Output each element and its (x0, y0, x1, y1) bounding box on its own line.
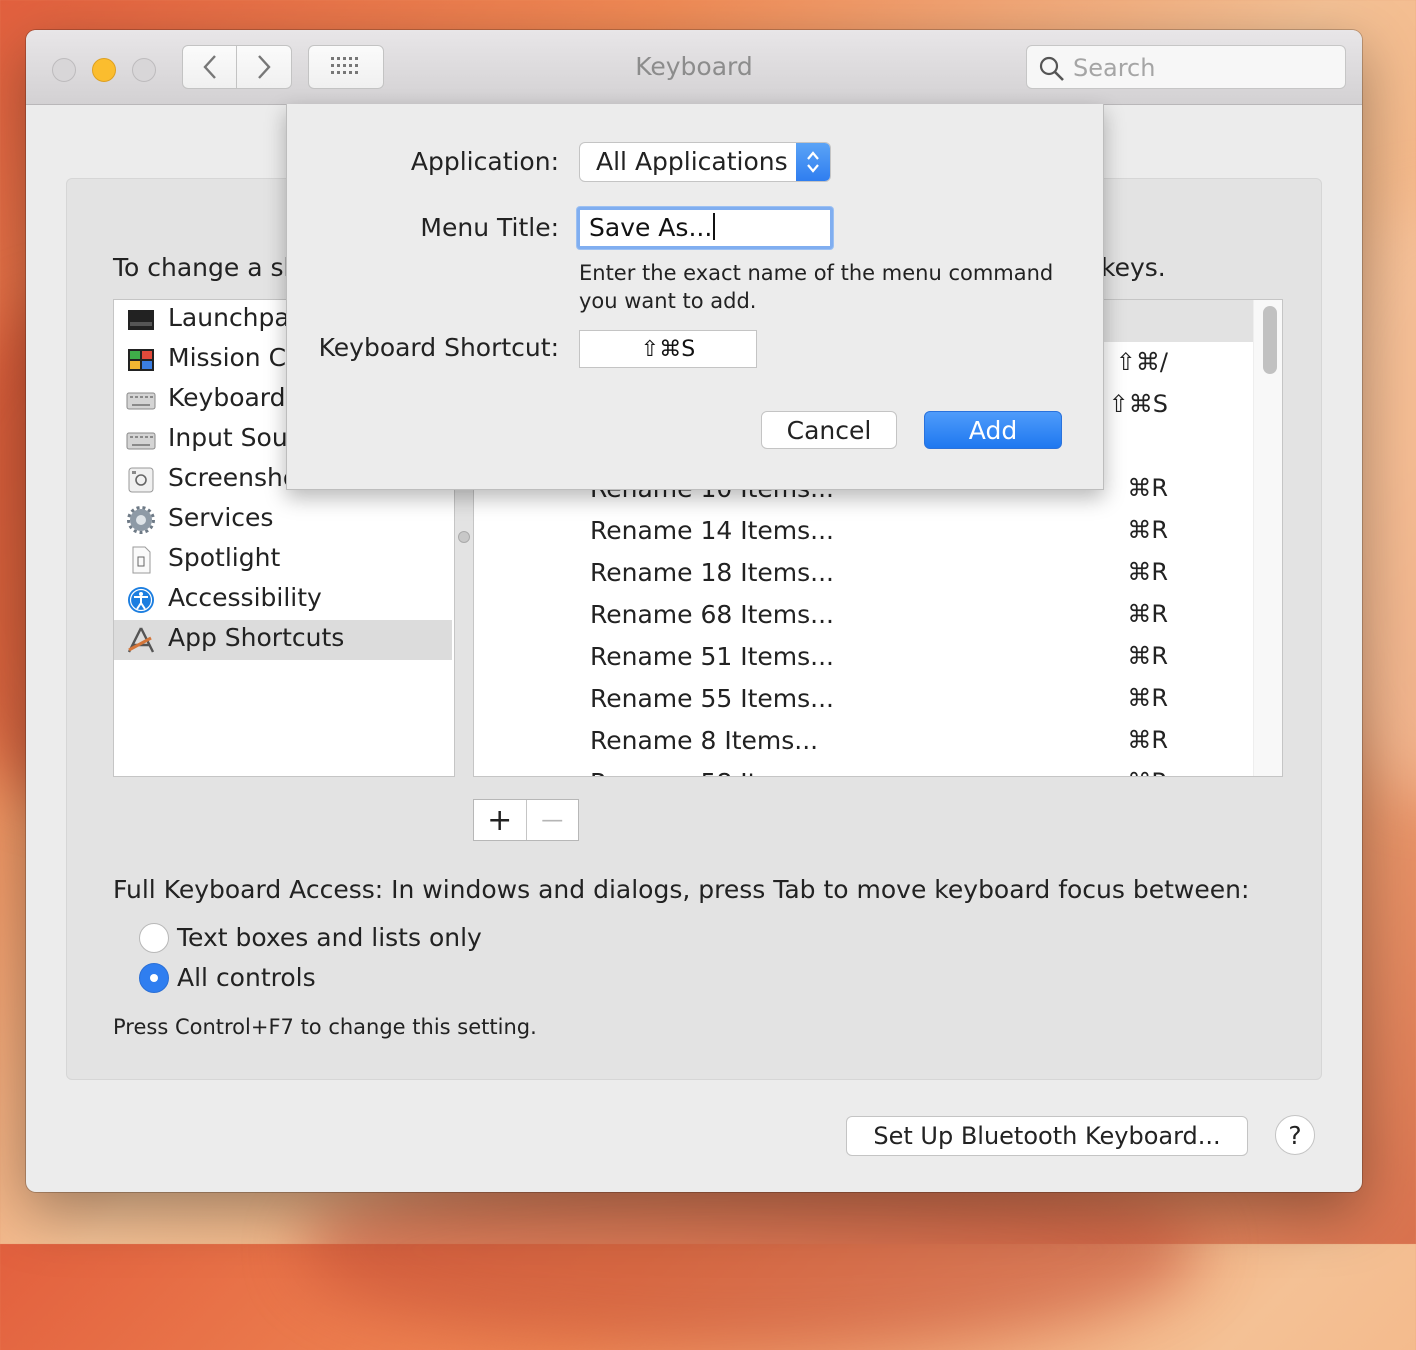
popup-stepper (796, 143, 830, 181)
shortcut-key: ⌘R (1127, 684, 1168, 712)
shortcut-key: ⌘R (1127, 726, 1168, 754)
table-row[interactable]: Rename 14 Items... ⌘R (474, 510, 1254, 552)
application-popup[interactable]: All Applications (579, 142, 831, 182)
radio-checked[interactable] (139, 963, 169, 993)
add-shortcut-sheet: Application: All Applications Menu Title… (286, 104, 1104, 490)
menu-title-field[interactable]: Save As... (577, 207, 833, 249)
mission-control-icon (128, 349, 154, 371)
text-caret (713, 213, 716, 240)
split-handle[interactable] (458, 531, 470, 543)
category-label: Accessibility (168, 583, 322, 612)
full-keyboard-access-label: Full Keyboard Access: In windows and dia… (113, 875, 1250, 904)
spotlight-icon (132, 546, 151, 574)
shortcut-key: ⇧⌘/ (1115, 348, 1168, 376)
set-up-bluetooth-keyboard-button[interactable]: Set Up Bluetooth Keyboard... (846, 1116, 1248, 1156)
shortcut-name: Rename 14 Items... (590, 516, 835, 545)
keyboard-preferences-window: Keyboard Search To change a sh keys. Lau… (26, 30, 1362, 1192)
table-row[interactable]: Rename 18 Items... ⌘R (474, 552, 1254, 594)
category-label: Keyboard (168, 383, 286, 412)
shortcut-name: Rename 68 Items... (590, 600, 835, 629)
category-label: Input Sou (168, 423, 288, 452)
list-scrollbar[interactable] (1253, 300, 1282, 776)
application-value: All Applications (596, 147, 788, 176)
screenshot-icon (128, 467, 154, 493)
menu-title-value: Save As... (589, 213, 713, 242)
category-label: Mission C (168, 343, 287, 372)
category-accessibility[interactable]: Accessibility (114, 580, 452, 620)
category-spotlight[interactable]: Spotlight (114, 540, 452, 580)
category-label: Services (168, 503, 274, 532)
launchpad-icon (128, 310, 154, 330)
menu-title-hint: Enter the exact name of the menu command… (579, 261, 1054, 313)
hint-text: Press Control+F7 to change this setting. (113, 1015, 537, 1039)
shortcut-key: ⌘R (1127, 558, 1168, 586)
cancel-button[interactable]: Cancel (761, 411, 897, 449)
table-row[interactable]: Rename 68 Items... ⌘R (474, 594, 1254, 636)
up-down-chevron-icon (807, 151, 819, 173)
menu-title-label: Menu Title: (420, 213, 559, 242)
keyboard-icon (126, 392, 156, 410)
intro-text-end: keys. (1101, 253, 1166, 282)
shortcut-key: ⇧⌘S (1108, 390, 1168, 418)
keyboard-shortcut-field[interactable]: ⇧⌘S (579, 330, 757, 368)
add-shortcut-button[interactable]: + (474, 800, 527, 840)
table-row[interactable]: Rename 58 Items... ⌘R (474, 762, 1254, 776)
help-button[interactable]: ? (1275, 1115, 1315, 1155)
application-label: Application: (410, 147, 559, 176)
add-remove-control: + — (473, 799, 579, 841)
category-services[interactable]: Services (114, 500, 452, 540)
radio-label: All controls (177, 963, 316, 992)
table-row[interactable]: Rename 55 Items... ⌘R (474, 678, 1254, 720)
accessibility-icon (128, 587, 154, 613)
search-field[interactable]: Search (1026, 45, 1346, 89)
shortcut-name: Rename 18 Items... (590, 558, 835, 587)
shortcut-name: Rename 55 Items... (590, 684, 835, 713)
shortcut-key: ⌘R (1127, 600, 1168, 628)
radio-unchecked[interactable] (139, 923, 169, 953)
input-sources-icon (126, 432, 156, 450)
table-row[interactable]: Rename 51 Items... ⌘R (474, 636, 1254, 678)
category-label: App Shortcuts (168, 623, 345, 652)
shortcut-key: ⌘R (1127, 642, 1168, 670)
add-button[interactable]: Add (924, 411, 1062, 449)
category-label: Spotlight (168, 543, 281, 572)
gear-icon (127, 506, 155, 534)
shortcut-key: ⌘R (1127, 516, 1168, 544)
table-row[interactable]: Rename 8 Items... ⌘R (474, 720, 1254, 762)
shortcut-name: Rename 51 Items... (590, 642, 835, 671)
keyboard-shortcut-label: Keyboard Shortcut: (318, 333, 559, 362)
remove-shortcut-button[interactable]: — (527, 800, 579, 840)
shortcut-name: Rename 8 Items... (590, 726, 819, 755)
intro-text-start: To change a sh (113, 253, 300, 282)
shortcut-name: Rename 58 Items... (590, 768, 834, 776)
app-shortcuts-icon (127, 627, 155, 653)
search-placeholder: Search (1073, 54, 1156, 82)
titlebar: Keyboard Search (26, 30, 1362, 105)
radio-label: Text boxes and lists only (177, 923, 482, 952)
category-app-shortcuts[interactable]: App Shortcuts (114, 620, 452, 660)
search-icon (1039, 56, 1064, 81)
shortcut-key: ⌘R (1127, 474, 1168, 502)
category-label: Screensho (168, 463, 299, 492)
scrollbar-thumb[interactable] (1263, 306, 1277, 374)
shortcut-key: ⌘R (1127, 768, 1168, 776)
category-label: Launchpa (168, 303, 290, 332)
